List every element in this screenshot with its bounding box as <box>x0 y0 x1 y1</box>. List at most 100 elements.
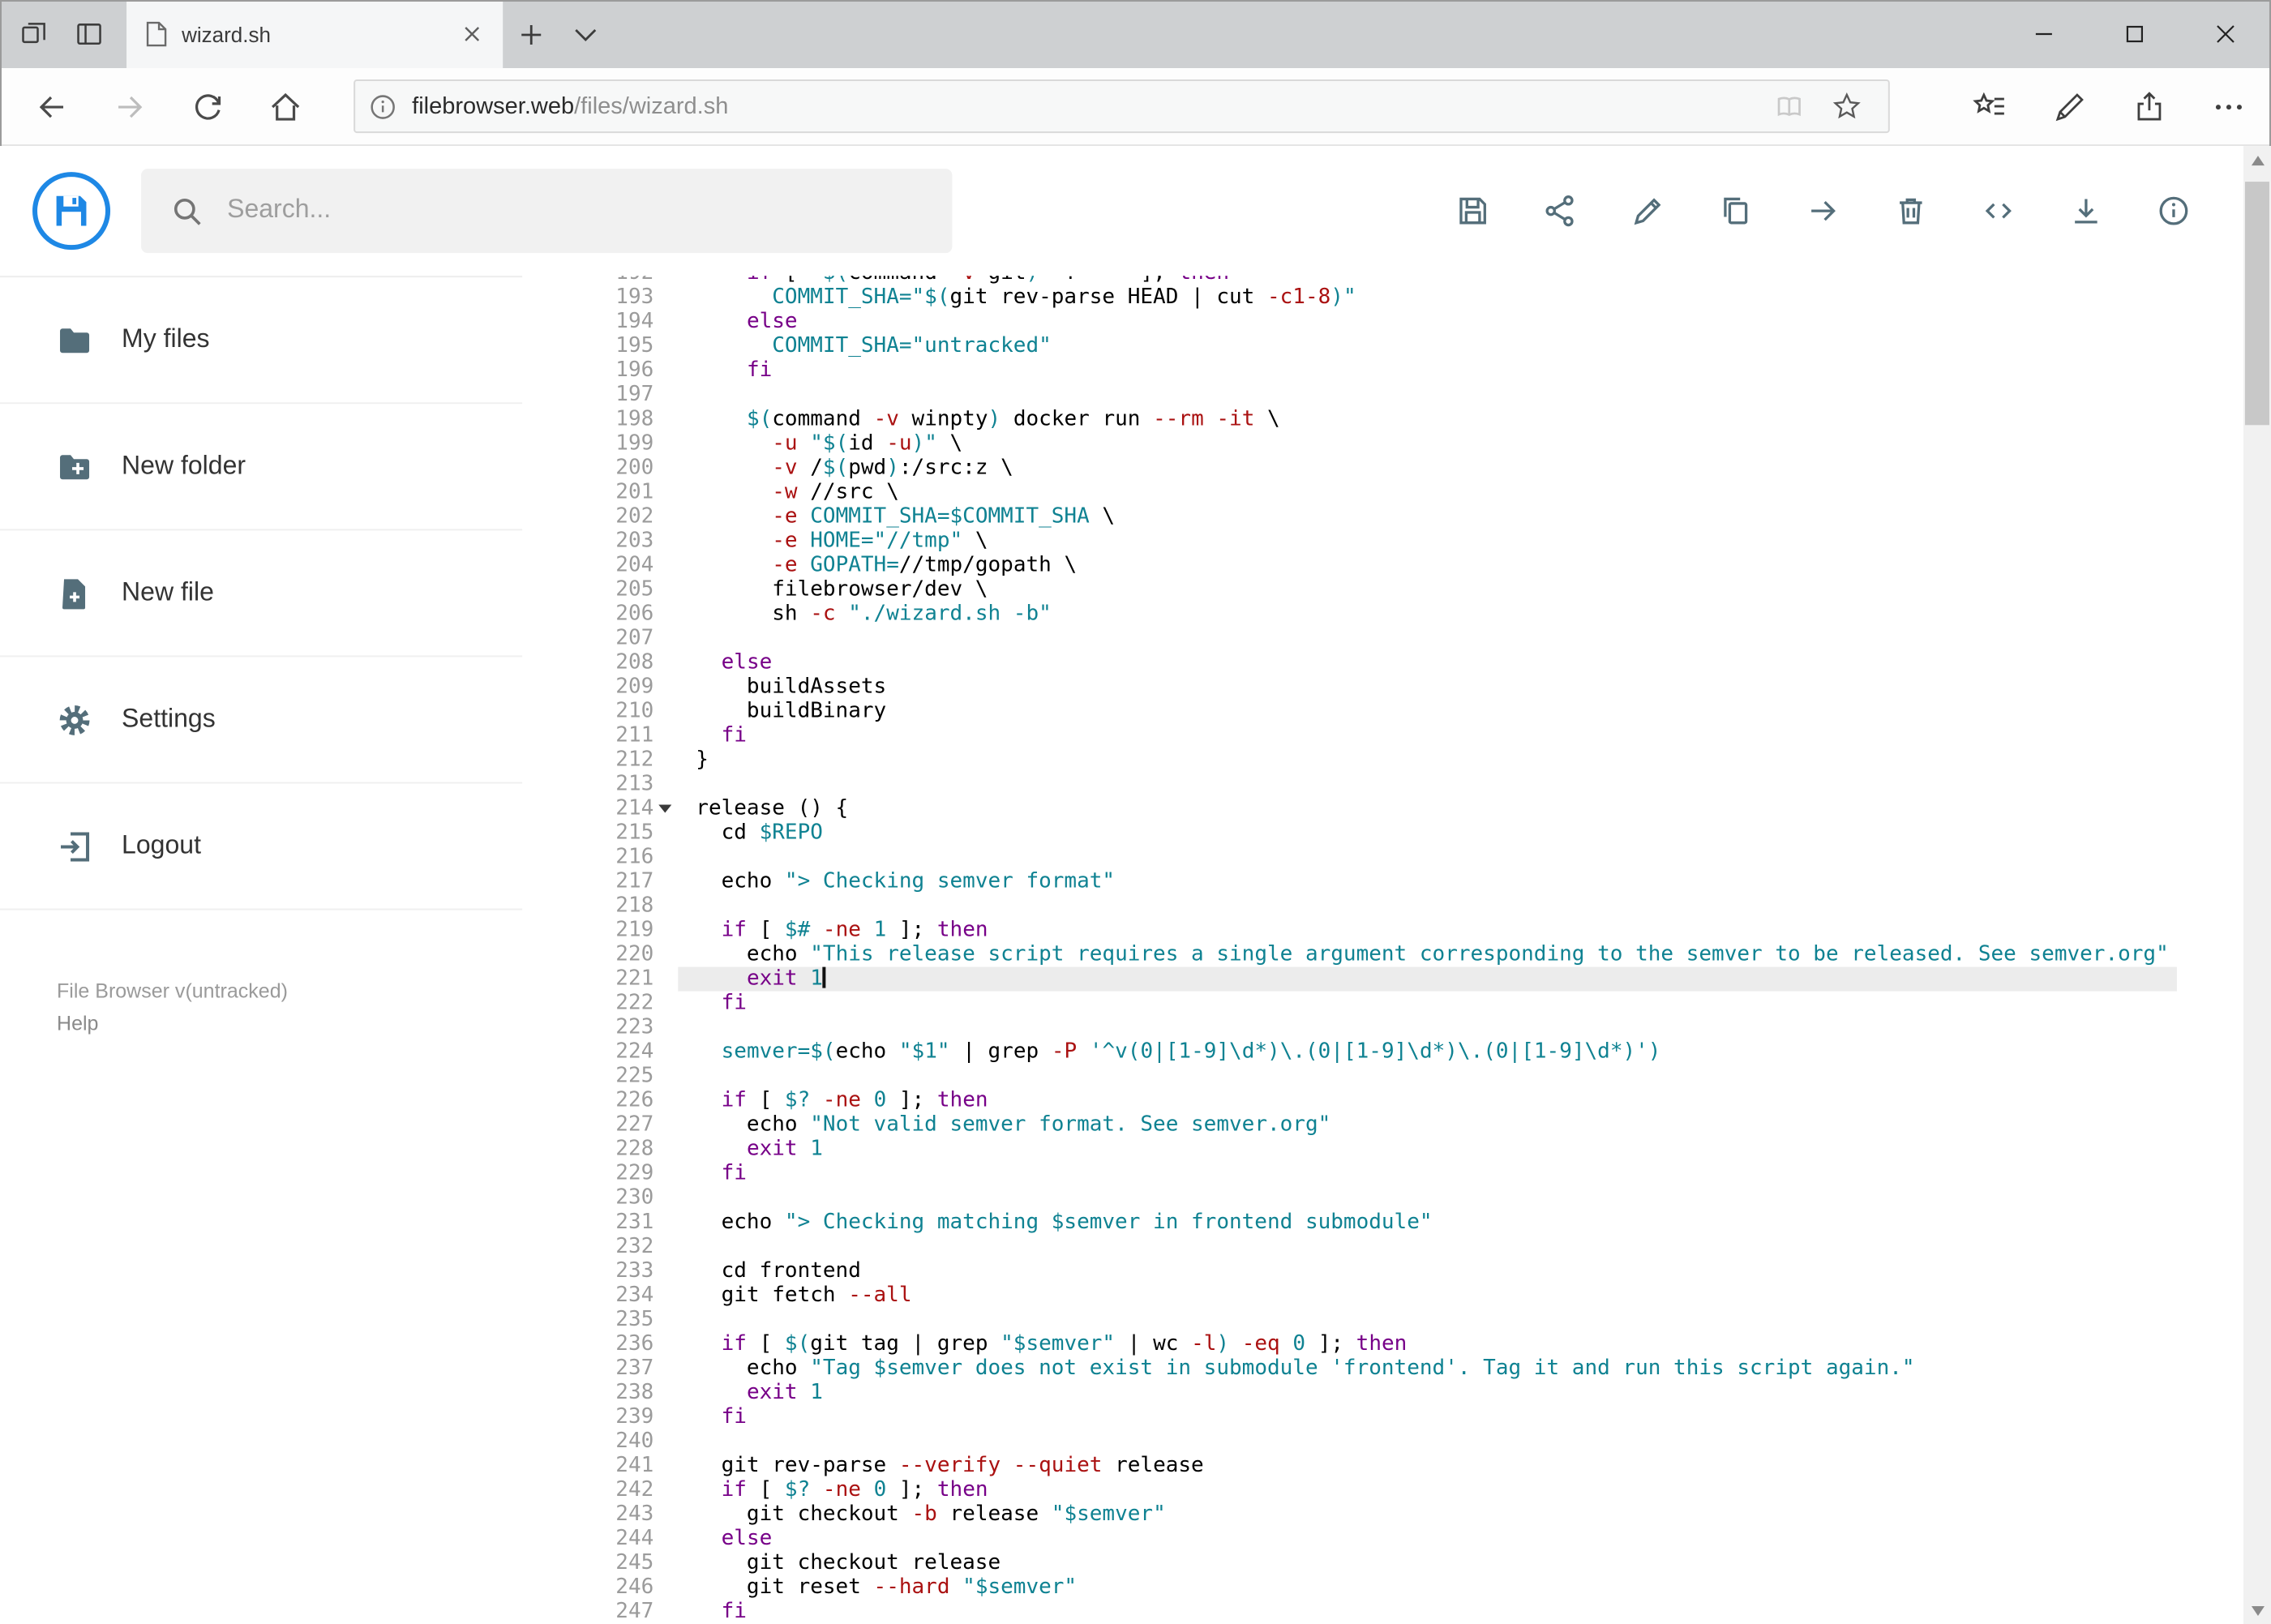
share-button[interactable] <box>1543 193 1579 229</box>
code-line[interactable]: 203 -e HOME="//tmp" \ <box>522 529 2177 553</box>
code-line[interactable]: 195 COMMIT_SHA="untracked" <box>522 334 2177 358</box>
code-line[interactable]: 198 $(command -v winpty) docker run --rm… <box>522 407 2177 431</box>
code-line[interactable]: 230 <box>522 1186 2177 1211</box>
code-view-button[interactable] <box>1981 193 2016 229</box>
code-line[interactable]: 228 exit 1 <box>522 1138 2177 1162</box>
minimize-button[interactable] <box>1999 0 2089 68</box>
scrollbar-thumb[interactable] <box>2244 182 2269 426</box>
maximize-button[interactable] <box>2089 0 2180 68</box>
save-button[interactable] <box>1455 193 1491 229</box>
code-line[interactable]: 243 git checkout -b release "$semver" <box>522 1502 2177 1527</box>
refresh-button[interactable] <box>169 67 246 145</box>
code-line[interactable]: 216 <box>522 846 2177 870</box>
code-line[interactable]: 210 buildBinary <box>522 699 2177 723</box>
code-line[interactable]: 219 if [ $# -ne 1 ]; then <box>522 919 2177 943</box>
code-line[interactable]: 211 fi <box>522 723 2177 748</box>
web-notes-pen-icon[interactable] <box>2029 67 2109 145</box>
code-line[interactable]: 238 exit 1 <box>522 1381 2177 1405</box>
code-line[interactable]: 204 -e GOPATH=//tmp/gopath \ <box>522 553 2177 577</box>
code-line[interactable]: 222 fi <box>522 992 2177 1016</box>
code-line[interactable]: 197 <box>522 383 2177 407</box>
code-line[interactable]: 209 buildAssets <box>522 675 2177 699</box>
code-line[interactable]: 236 if [ $(git tag | grep "$semver" | wc… <box>522 1332 2177 1356</box>
new-tab-button[interactable] <box>503 0 558 68</box>
search-input[interactable] <box>224 195 953 228</box>
search-bar[interactable] <box>141 169 953 254</box>
code-line[interactable]: 242 if [ $? -ne 0 ]; then <box>522 1478 2177 1502</box>
code-line[interactable]: 247 fi <box>522 1600 2177 1624</box>
code-line[interactable]: 218 <box>522 894 2177 919</box>
home-button[interactable] <box>246 67 324 145</box>
code-line[interactable]: 241 git rev-parse --verify --quiet relea… <box>522 1454 2177 1478</box>
sidebar-item-settings[interactable]: Settings <box>0 657 523 784</box>
code-line[interactable]: 199 -u "$(id -u)" \ <box>522 431 2177 456</box>
settings-more-icon[interactable] <box>2188 67 2268 145</box>
code-line[interactable]: 214 release () { <box>522 796 2177 821</box>
copy-button[interactable] <box>1718 193 1754 229</box>
code-line[interactable]: 220 echo "This release script requires a… <box>522 943 2177 967</box>
code-line[interactable]: 213 <box>522 772 2177 796</box>
scroll-up-icon[interactable] <box>2243 146 2271 174</box>
favorites-hub-icon[interactable] <box>1950 67 2029 145</box>
code-line[interactable]: 231 echo "> Checking matching $semver in… <box>522 1211 2177 1235</box>
code-line[interactable]: 217 echo "> Checking semver format" <box>522 870 2177 894</box>
code-line[interactable]: 224 semver=$(echo "$1" | grep -P '^v(0|[… <box>522 1040 2177 1065</box>
code-line[interactable]: 215 cd $REPO <box>522 821 2177 846</box>
code-line[interactable]: 212} <box>522 748 2177 772</box>
code-line[interactable]: 237 echo "Tag $semver does not exist in … <box>522 1356 2177 1381</box>
code-line[interactable]: 206 sh -c "./wizard.sh -b" <box>522 602 2177 626</box>
code-line[interactable]: 200 -v /$(pwd):/src:z \ <box>522 456 2177 480</box>
code-line[interactable]: 202 -e COMMIT_SHA=$COMMIT_SHA \ <box>522 504 2177 529</box>
code-line[interactable]: 223 <box>522 1016 2177 1040</box>
code-line[interactable]: 226 if [ $? -ne 0 ]; then <box>522 1089 2177 1113</box>
forward-button[interactable] <box>91 67 169 145</box>
close-button[interactable] <box>2180 0 2271 68</box>
site-info-icon[interactable] <box>368 92 397 121</box>
sidebar-item-new-folder[interactable]: New folder <box>0 404 523 531</box>
code-line[interactable]: 194 else <box>522 310 2177 334</box>
code-line[interactable]: 201 -w //src \ <box>522 480 2177 504</box>
code-line[interactable]: 233 cd frontend <box>522 1259 2177 1283</box>
code-line[interactable]: 235 <box>522 1308 2177 1332</box>
page-scrollbar[interactable] <box>2243 146 2271 1624</box>
code-line[interactable]: 192 if [ "$(command -v git)" != "" ]; th… <box>522 276 2177 285</box>
sidebar-item-logout[interactable]: Logout <box>0 783 523 911</box>
code-line[interactable]: 232 <box>522 1235 2177 1259</box>
delete-button[interactable] <box>1893 193 1929 229</box>
scroll-down-icon[interactable] <box>2243 1596 2271 1624</box>
code-line[interactable]: 229 fi <box>522 1162 2177 1186</box>
code-line[interactable]: 207 <box>522 626 2177 650</box>
code-line[interactable]: 205 filebrowser/dev \ <box>522 577 2177 602</box>
code-line[interactable]: 225 <box>522 1065 2177 1089</box>
sidebar-item-my-files[interactable]: My files <box>0 277 523 405</box>
code-line[interactable]: 221 exit 1 <box>522 966 2177 992</box>
back-button[interactable] <box>13 67 91 145</box>
address-bar[interactable]: filebrowser.web/files/wizard.sh <box>354 79 1890 134</box>
move-button[interactable] <box>1806 193 1841 229</box>
favorite-star-icon[interactable] <box>1832 91 1862 122</box>
code-line[interactable]: 240 <box>522 1429 2177 1454</box>
code-editor[interactable]: 192 if [ "$(command -v git)" != "" ]; th… <box>522 276 2177 1624</box>
code-line[interactable]: 245 git checkout release <box>522 1551 2177 1575</box>
tab-preview-chevron-icon[interactable] <box>558 0 613 68</box>
edit-button[interactable] <box>1630 193 1666 229</box>
code-line[interactable]: 239 fi <box>522 1405 2177 1429</box>
code-line[interactable]: 244 else <box>522 1527 2177 1551</box>
tab-close-icon[interactable] <box>454 16 490 52</box>
reading-view-icon[interactable] <box>1773 90 1806 122</box>
fold-marker-icon[interactable] <box>653 796 675 821</box>
info-button[interactable] <box>2156 193 2192 229</box>
sidebar-item-new-file[interactable]: New file <box>0 530 523 658</box>
set-tabs-aside-icon[interactable] <box>62 0 117 68</box>
tabs-set-aside-icon[interactable] <box>6 0 62 68</box>
code-line[interactable]: 246 git reset --hard "$semver" <box>522 1575 2177 1600</box>
download-button[interactable] <box>2068 193 2104 229</box>
code-line[interactable]: 193 COMMIT_SHA="$(git rev-parse HEAD | c… <box>522 285 2177 310</box>
code-line[interactable]: 196 fi <box>522 358 2177 383</box>
code-line[interactable]: 227 echo "Not valid semver format. See s… <box>522 1113 2177 1138</box>
code-editor-container[interactable]: 192 if [ "$(command -v git)" != "" ]; th… <box>522 276 2271 1624</box>
code-line[interactable]: 208 else <box>522 650 2177 675</box>
help-link[interactable]: Help <box>57 1008 522 1040</box>
share-page-icon[interactable] <box>2109 67 2188 145</box>
filebrowser-logo[interactable] <box>32 172 111 251</box>
